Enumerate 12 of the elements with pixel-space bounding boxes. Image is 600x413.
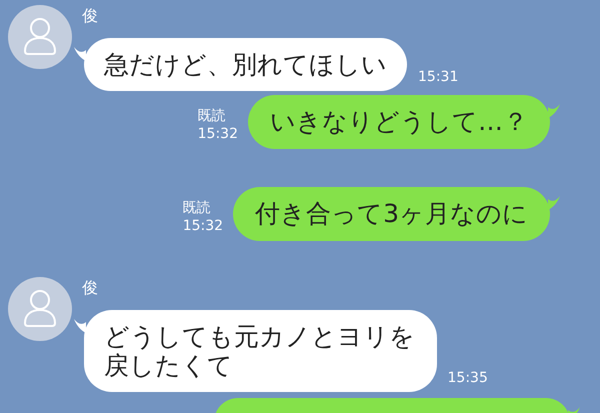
read-receipt: 既読 <box>198 107 226 125</box>
sender-name: 俊 <box>82 5 98 27</box>
read-receipt: 既読 <box>182 199 211 217</box>
message-bubble: 付き合って3ヶ月なのに <box>233 187 550 241</box>
message-bubble: いきなりどうして…？ <box>248 95 550 149</box>
sender-name: 俊 <box>82 277 98 299</box>
message-time: 15:35 <box>448 370 488 386</box>
message-bubble: 急だけど、別れてほしい <box>84 38 407 91</box>
message-bubble: どうしても元カノとヨリを戻したくて <box>84 310 436 392</box>
message-time: 15:32 <box>182 217 224 235</box>
message-time: 15:32 <box>198 125 238 143</box>
message-time: 15:31 <box>418 69 458 85</box>
